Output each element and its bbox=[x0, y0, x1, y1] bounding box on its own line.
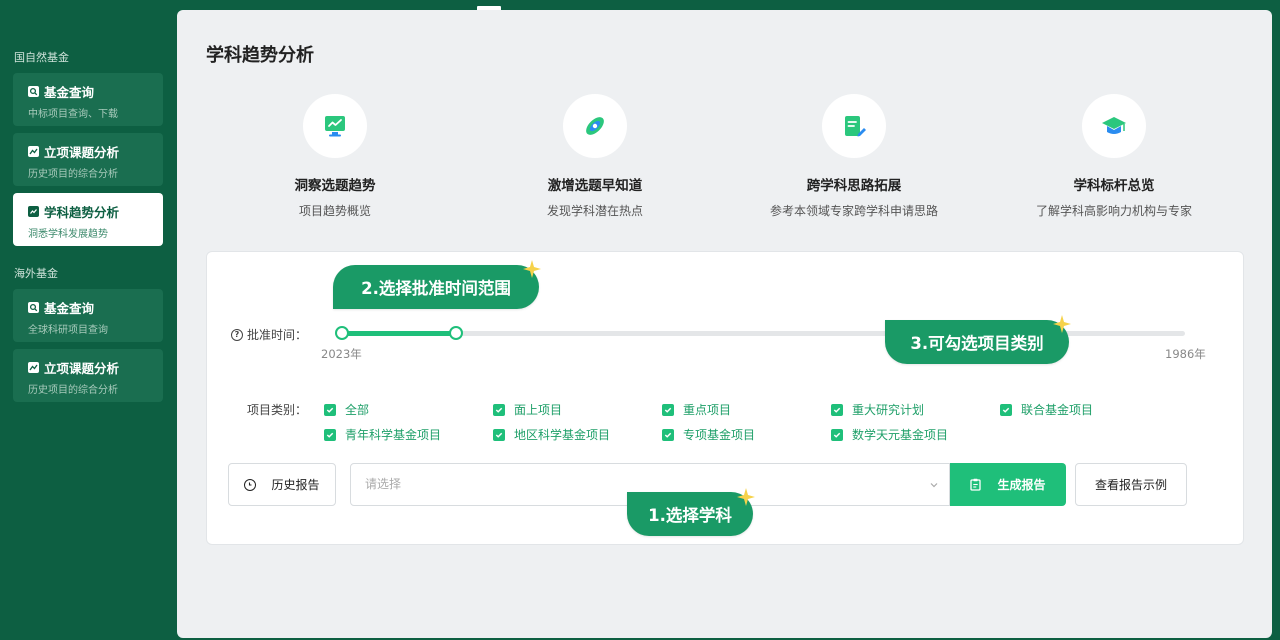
sidebar-item-label: 立项课题分析 bbox=[44, 144, 120, 160]
year-end-label: 1986年 bbox=[1165, 347, 1206, 361]
document-edit-icon bbox=[845, 116, 866, 137]
feature-icon-circle bbox=[563, 94, 627, 158]
sidebar-item-sub: 中标项目查询、下载 bbox=[28, 109, 118, 120]
category-checkbox[interactable]: 地区科学基金项目 bbox=[493, 426, 610, 443]
sidebar-group-title: 国自然基金 bbox=[14, 51, 69, 64]
view-example-button[interactable]: 查看报告示例 bbox=[1075, 463, 1187, 506]
checkbox-checked-icon bbox=[662, 428, 674, 441]
feature-card: 学科标杆总览 了解学科高影响力机构与专家 bbox=[984, 94, 1244, 219]
feature-icon-circle bbox=[1082, 94, 1146, 158]
checkbox-checked-icon bbox=[831, 403, 843, 416]
rocket-icon bbox=[586, 117, 604, 135]
callout-step-3: 3.可勾选项目类别 bbox=[885, 320, 1069, 364]
checkbox-checked-icon bbox=[662, 403, 674, 416]
category-checkbox[interactable]: 重点项目 bbox=[662, 401, 731, 418]
help-icon[interactable]: ? bbox=[231, 328, 243, 341]
history-report-button[interactable]: 历史报告 bbox=[228, 463, 336, 506]
feature-card: 激增选题早知道 发现学科潜在热点 bbox=[465, 94, 725, 219]
category-checkbox[interactable]: 全部 bbox=[324, 401, 369, 418]
sparkle-icon bbox=[1053, 315, 1071, 333]
monitor-chart-icon bbox=[325, 116, 345, 137]
search-icon bbox=[28, 301, 39, 313]
feature-title: 激增选题早知道 bbox=[547, 178, 643, 194]
sidebar-item-label: 基金查询 bbox=[44, 84, 95, 100]
chevron-down-icon bbox=[929, 464, 939, 505]
search-icon bbox=[28, 85, 39, 97]
callout-step-1: 1.选择学科 bbox=[627, 492, 753, 536]
checkbox-checked-icon bbox=[1000, 403, 1012, 416]
feature-subtitle: 发现学科潜在热点 bbox=[546, 204, 643, 218]
checkbox-checked-icon bbox=[831, 428, 843, 441]
sidebar-item-sub: 历史项目的综合分析 bbox=[28, 385, 118, 396]
category-checkbox[interactable]: 重大研究计划 bbox=[831, 401, 924, 418]
sparkle-icon bbox=[737, 488, 755, 506]
category-checkbox[interactable]: 专项基金项目 bbox=[662, 426, 755, 443]
trend-icon bbox=[28, 145, 39, 157]
feature-subtitle: 项目趋势概览 bbox=[298, 204, 371, 218]
history-report-label: 历史报告 bbox=[271, 478, 320, 492]
callout-step-2: 2.选择批准时间范围 bbox=[333, 265, 539, 309]
checkbox-checked-icon bbox=[324, 403, 336, 416]
sidebar: 国自然基金 基金查询 中标项目查询、下载 立项课题分析 历史项目的综合分析 学科… bbox=[0, 0, 176, 640]
feature-subtitle: 参考本领域专家跨学科申请思路 bbox=[769, 204, 938, 218]
chart-icon bbox=[28, 205, 39, 217]
sidebar-item-sub: 历史项目的综合分析 bbox=[28, 169, 118, 180]
clock-icon bbox=[244, 478, 257, 491]
feature-subtitle: 了解学科高影响力机构与专家 bbox=[1035, 204, 1192, 218]
sidebar-item-label: 基金查询 bbox=[44, 300, 95, 316]
approval-time-label: ? 批准时间： bbox=[231, 326, 307, 343]
time-range-handle-start[interactable] bbox=[335, 326, 349, 340]
feature-title: 洞察选题趋势 bbox=[294, 178, 376, 194]
category-checkbox[interactable]: 青年科学基金项目 bbox=[324, 426, 441, 443]
category-checkbox[interactable]: 数学天元基金项目 bbox=[831, 426, 948, 443]
category-checkbox[interactable]: 联合基金项目 bbox=[1000, 401, 1093, 418]
feature-card: 跨学科思路拓展 参考本领域专家跨学科申请思路 bbox=[724, 94, 984, 219]
time-range-fill bbox=[342, 331, 456, 336]
time-range-handle-end[interactable] bbox=[448, 326, 463, 340]
sidebar-item-fund-query[interactable]: 基金查询 中标项目查询、下载 bbox=[13, 73, 163, 126]
sidebar-item-overseas-fund-query[interactable]: 基金查询 全球科研项目查询 bbox=[13, 289, 163, 342]
sidebar-item-sub: 全球科研项目查询 bbox=[28, 325, 108, 336]
category-checkbox[interactable]: 面上项目 bbox=[493, 401, 562, 418]
feature-icon-circle bbox=[303, 94, 367, 158]
generate-report-label: 生成报告 bbox=[997, 478, 1046, 492]
sparkle-icon bbox=[523, 260, 541, 278]
trend-icon bbox=[28, 361, 39, 373]
year-start-label: 2023年 bbox=[321, 347, 362, 361]
sidebar-item-sub: 洞悉学科发展趋势 bbox=[28, 229, 108, 240]
sidebar-item-discipline-trend[interactable]: 学科趋势分析 洞悉学科发展趋势 bbox=[13, 193, 163, 246]
category-label: 项目类别： bbox=[247, 403, 308, 417]
feature-icon-circle bbox=[822, 94, 886, 158]
generate-report-button[interactable]: 生成报告 bbox=[950, 463, 1066, 506]
select-placeholder: 请选择 bbox=[365, 477, 402, 491]
feature-list: 洞察选题趋势 项目趋势概览 激增选题早知道 发现学科潜在热点 跨学科思路拓展 参… bbox=[177, 94, 1272, 234]
sidebar-item-label: 学科趋势分析 bbox=[44, 204, 120, 220]
feature-title: 跨学科思路拓展 bbox=[806, 178, 902, 194]
checkbox-checked-icon bbox=[493, 428, 505, 441]
sidebar-item-overseas-project-analysis[interactable]: 立项课题分析 历史项目的综合分析 bbox=[13, 349, 163, 402]
graduation-cap-icon bbox=[1102, 117, 1126, 134]
sidebar-item-label: 立项课题分析 bbox=[44, 360, 120, 376]
main-content: 学科趋势分析 洞察选题趋势 项目趋势概览 激增选题早知道 发现学科潜在热点 跨学… bbox=[177, 10, 1272, 638]
sidebar-group-title: 海外基金 bbox=[14, 267, 58, 280]
feature-card: 洞察选题趋势 项目趋势概览 bbox=[205, 94, 465, 219]
checkbox-checked-icon bbox=[493, 403, 505, 416]
clipboard-icon bbox=[970, 478, 982, 491]
feature-title: 学科标杆总览 bbox=[1073, 178, 1155, 194]
page-title: 学科趋势分析 bbox=[206, 45, 314, 66]
approval-time-text: 批准时间： bbox=[247, 328, 308, 342]
sidebar-item-project-analysis[interactable]: 立项课题分析 历史项目的综合分析 bbox=[13, 133, 163, 186]
checkbox-checked-icon bbox=[324, 428, 336, 441]
